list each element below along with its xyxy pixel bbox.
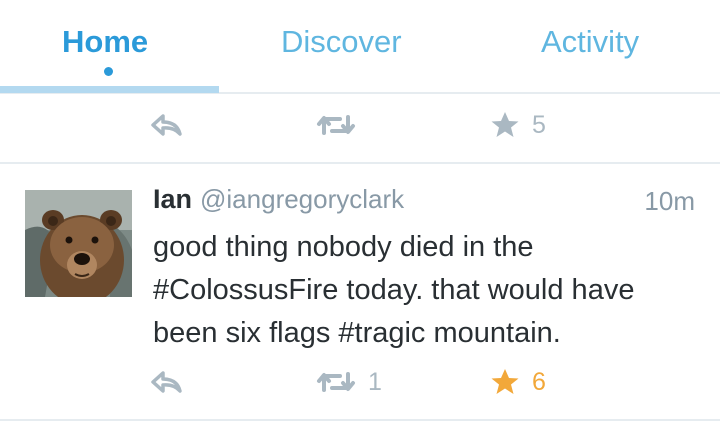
favorite-button[interactable]: 5 xyxy=(490,105,546,145)
bear-avatar-image xyxy=(25,190,132,297)
tweet-actions: 1 6 xyxy=(0,362,720,402)
retweet-icon xyxy=(317,115,355,135)
retweet-button[interactable] xyxy=(316,105,356,145)
reply-button[interactable] xyxy=(150,362,182,402)
tab-activity[interactable]: Activity xyxy=(541,24,639,60)
retweet-button[interactable]: 1 xyxy=(316,362,382,402)
retweet-icon xyxy=(317,372,355,392)
favorite-count: 6 xyxy=(532,367,546,396)
active-tab-indicator xyxy=(0,86,219,93)
new-content-dot xyxy=(104,67,113,76)
tweet-timestamp: 10m xyxy=(644,186,695,216)
star-icon xyxy=(491,112,519,137)
author-handle[interactable]: @iangregoryclark xyxy=(200,184,404,214)
author-name[interactable]: Ian xyxy=(153,184,192,214)
star-icon xyxy=(491,369,519,394)
reply-icon xyxy=(151,114,182,136)
tweet-text: good thing nobody died in the #ColossusF… xyxy=(153,231,635,349)
top-tab-bar: Home Discover Activity xyxy=(0,0,720,94)
reply-button[interactable] xyxy=(150,105,182,145)
retweet-count: 1 xyxy=(368,367,382,396)
tweet-divider xyxy=(0,419,720,421)
previous-tweet-actions: 5 xyxy=(0,105,720,145)
tab-discover[interactable]: Discover xyxy=(281,24,402,60)
tab-home[interactable]: Home xyxy=(62,24,148,60)
tweet-divider xyxy=(0,162,720,164)
tweet-header: Ian @iangregoryclark 10m xyxy=(153,184,698,220)
favorite-button[interactable]: 6 xyxy=(490,362,546,402)
favorite-count: 5 xyxy=(532,110,546,139)
reply-icon xyxy=(151,371,182,393)
avatar[interactable] xyxy=(25,190,132,297)
